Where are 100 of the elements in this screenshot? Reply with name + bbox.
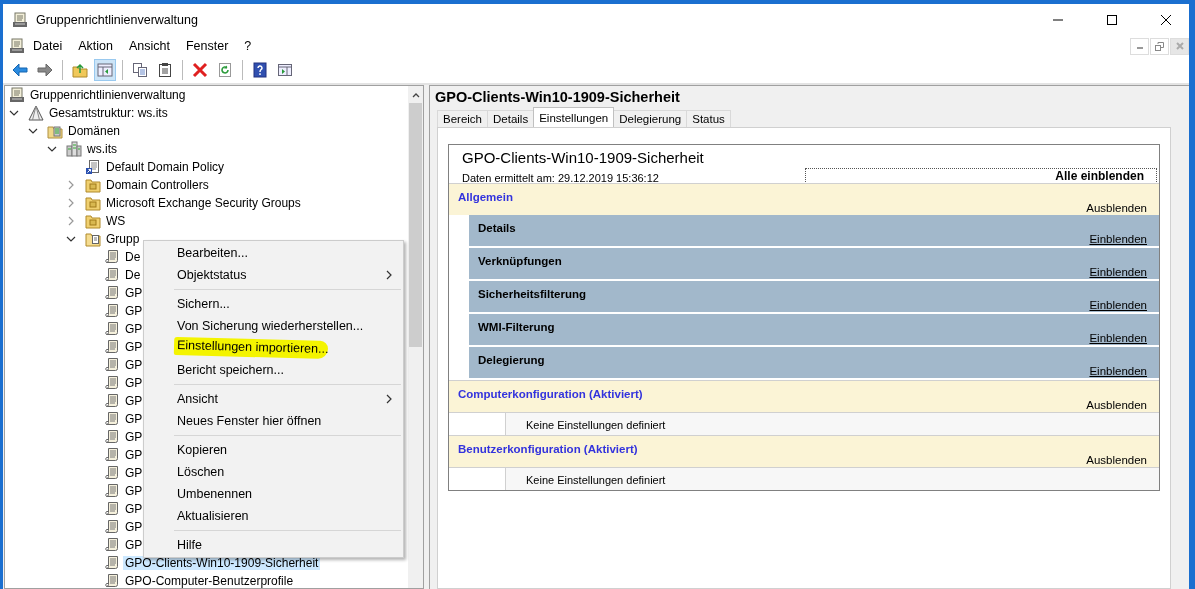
pane-button[interactable] [94,59,116,81]
subsection-header[interactable]: Details Einblenden [469,215,1159,246]
folder-icon [85,213,101,229]
folder-icon [85,195,101,211]
tab[interactable]: Bereich [437,110,488,127]
folder-up-icon [72,62,88,78]
tree-item[interactable]: Domain Controllers [104,178,211,192]
section-title: Benutzerkonfiguration (Aktiviert) [458,443,638,455]
tree-item[interactable]: GP [123,304,145,318]
tree-item[interactable]: De [123,250,143,264]
menu-item[interactable]: Datei [25,39,71,53]
hide-link[interactable]: Ausblenden [1086,399,1147,411]
section-header[interactable]: Allgemein Ausblenden [449,183,1159,215]
back-arrow-icon [12,62,28,78]
tree-item[interactable]: GP [123,286,145,300]
menu-item[interactable]: Aktualisieren [144,505,403,527]
restore-button[interactable] [1150,37,1169,55]
menu-item[interactable]: Umbenennen [144,483,403,505]
menu-item[interactable]: Ansicht [120,39,178,53]
menu-item[interactable]: Bericht speichern... [144,359,403,381]
menu-item[interactable]: Ansicht [144,388,403,410]
subsection-header[interactable]: WMI-Filterung Einblenden [469,314,1159,345]
maximize-icon [1106,13,1118,26]
tree-item[interactable]: GP [123,484,145,498]
scrollbar[interactable] [408,86,423,588]
report-title: GPO-Clients-Win10-1909-Sicherheit [462,149,705,166]
menu-item[interactable]: Aktion [70,39,121,53]
window-title: Gruppenrichtlinienverwaltung [36,12,199,27]
menu-item[interactable]: Neues Fenster hier öffnen [144,410,403,432]
show-link[interactable]: Einblenden [1089,299,1147,311]
section-header[interactable]: Computerkonfiguration (Aktiviert) Ausblenden [449,380,1159,412]
scroll-icon [104,429,120,445]
tree-item[interactable]: Grupp [104,232,142,246]
scroll-icon [104,519,120,535]
menu-item[interactable]: ? [236,39,260,53]
menu-item[interactable]: Sichern... [144,293,403,315]
tree-item[interactable]: GP [123,340,145,354]
tree-item[interactable]: GP [123,538,145,552]
section-title: Computerkonfiguration (Aktiviert) [458,388,643,400]
tree-item[interactable]: GP [123,376,145,390]
tree-item[interactable]: Gesamtstruktur: ws.its [47,106,170,120]
show-link[interactable]: Einblenden [1089,365,1147,377]
subsection-title: Sicherheitsfilterung [478,288,586,300]
tree-item[interactable]: Default Domain Policy [104,160,227,174]
tree-item[interactable]: GP [123,430,145,444]
forward-arrow-icon [37,62,53,78]
tree-item[interactable]: GP [123,502,145,516]
subsection-header[interactable]: Verknüpfungen Einblenden [469,248,1159,279]
tree-item[interactable]: De [123,268,143,282]
scroll-icon [104,249,120,265]
hide-link[interactable]: Ausblenden [1086,454,1147,466]
scroll-icon [104,501,120,517]
subsection-title: Verknüpfungen [478,255,562,267]
minimize-button[interactable] [1130,37,1149,55]
scroll-icon [104,573,120,588]
section-header[interactable]: Benutzerkonfiguration (Aktiviert) Ausblenden [449,435,1159,467]
subsection-title: WMI-Filterung [478,321,555,333]
tab[interactable]: Delegierung [613,110,688,127]
copy-icon [132,62,148,78]
tree-item[interactable]: Microsoft Exchange Security Groups [104,196,303,210]
tree-item[interactable]: GPO-Computer-Benutzerprofile [123,574,296,588]
menu-item[interactable]: Bearbeiten... [144,242,403,264]
folder-icon [47,123,63,139]
tree-item[interactable]: ws.its [85,142,119,156]
tree-item[interactable]: Gruppenrichtlinienverwaltung [28,88,188,102]
show-link[interactable]: Einblenden [1089,266,1147,278]
menu-item[interactable]: Von Sicherung wiederherstellen... [144,315,403,337]
clipboard-icon [157,62,173,78]
scrollbar-thumb[interactable] [409,103,422,347]
show-link[interactable]: Einblenden [1089,332,1147,344]
close-icon [1175,42,1184,50]
tree-item[interactable]: GP [123,358,145,372]
hide-link[interactable]: Ausblenden [1086,202,1147,214]
scroll-icon [104,411,120,427]
menu-item[interactable]: Hilfe [144,534,403,556]
empty-note: Keine Einstellungen definiert [506,468,1159,490]
tab[interactable]: Einstellungen [533,107,615,127]
menu-item[interactable]: Fenster [177,39,237,53]
show-link[interactable]: Einblenden [1089,233,1147,245]
restore-icon [1155,41,1164,51]
console-icon [9,38,25,54]
tree-item[interactable]: Domänen [66,124,123,138]
tree-item[interactable]: GP [123,448,145,462]
tree-item[interactable]: GP [123,520,145,534]
menu-item[interactable]: Kopieren [144,439,403,461]
menu-item[interactable]: Löschen [144,461,403,483]
subsection-header[interactable]: Sicherheitsfilterung Einblenden [469,281,1159,312]
scroll-icon [104,357,120,373]
tab[interactable]: Status [686,110,731,127]
tree-item[interactable]: GP [123,466,145,480]
scroll-icon [104,537,120,553]
scroll-icon [104,285,120,301]
close-icon [1160,13,1172,26]
triangle-icon [28,105,44,121]
tree-item[interactable]: GP [123,322,145,336]
tree-item[interactable]: WS [104,214,128,228]
subsection-header[interactable]: Delegierung Einblenden [469,347,1159,378]
menu-item[interactable]: Objektstatus [144,264,403,286]
tree-item[interactable]: GP [123,412,145,426]
tree-item[interactable]: GP [123,394,145,408]
